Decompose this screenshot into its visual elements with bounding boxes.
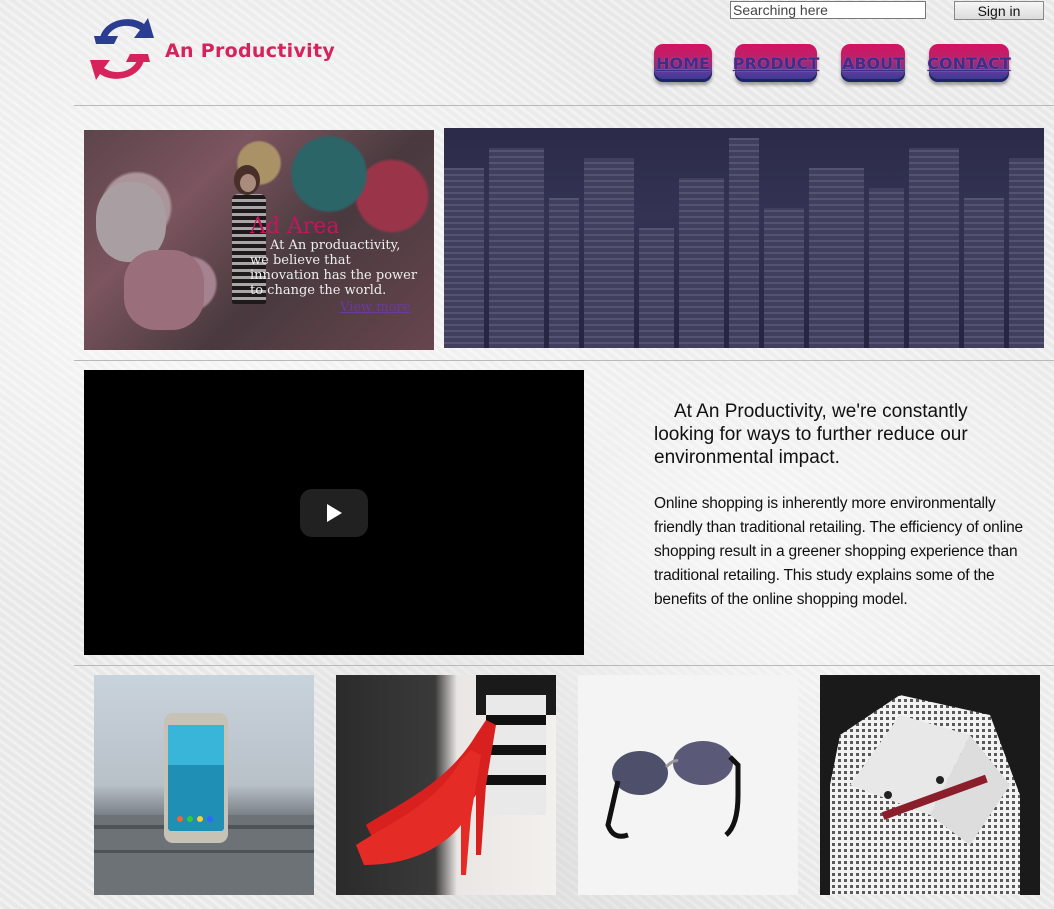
product-red-heels[interactable] bbox=[336, 675, 556, 895]
ad-area: Ad Area At An produactivity, we believe … bbox=[84, 130, 434, 350]
play-icon bbox=[327, 504, 342, 522]
sign-in-button[interactable]: Sign in bbox=[954, 1, 1044, 20]
nav-about[interactable]: ABOUT bbox=[841, 44, 905, 82]
view-more-link[interactable]: View more bbox=[340, 300, 410, 315]
product-smartphone[interactable] bbox=[94, 675, 314, 895]
nav-home[interactable]: HOME bbox=[654, 44, 712, 82]
sunglasses-image bbox=[605, 741, 741, 839]
header-divider bbox=[74, 105, 1054, 106]
video-player[interactable] bbox=[84, 370, 584, 655]
logo-text[interactable]: An Productivity bbox=[165, 40, 335, 62]
about-intro: At An Productivity, we're constantly loo… bbox=[654, 401, 968, 468]
shirt-image bbox=[820, 675, 1040, 895]
ad-title: Ad Area bbox=[250, 214, 340, 239]
red-heels-image bbox=[356, 675, 556, 875]
product-shirt[interactable] bbox=[820, 675, 1040, 895]
logo-icon bbox=[90, 18, 154, 80]
nav-contact[interactable]: CONTACT bbox=[927, 44, 1011, 82]
section-divider bbox=[74, 360, 1054, 361]
smartphone-image bbox=[94, 713, 314, 895]
section-divider bbox=[74, 665, 1054, 666]
city-tint bbox=[444, 128, 1044, 348]
nav-product[interactable]: PRODUCT bbox=[733, 44, 819, 82]
product-sunglasses[interactable] bbox=[578, 675, 798, 895]
ad-text: At An produactivity, we believe that inn… bbox=[250, 238, 418, 298]
about-body: Online shopping is inherently more envir… bbox=[654, 495, 1023, 608]
search-input[interactable] bbox=[730, 1, 926, 19]
city-banner-image bbox=[444, 128, 1044, 348]
play-button[interactable] bbox=[300, 489, 368, 537]
